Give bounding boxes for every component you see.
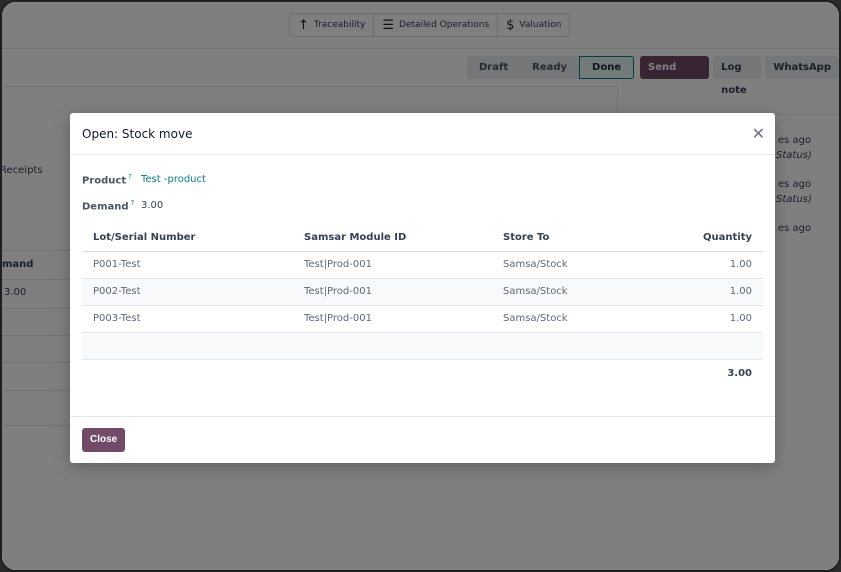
close-icon[interactable]: ✕ — [752, 124, 765, 143]
product-field: Product? Test -product — [82, 173, 206, 186]
lot-serial-cell: P002-Test — [82, 278, 293, 306]
column-store-to[interactable]: Store To — [492, 225, 652, 252]
empty-row — [82, 332, 763, 360]
app-window: ↑ Traceability ☰ Detailed Operations $ V… — [0, 0, 841, 572]
table-row[interactable]: P003-Test Test|Prod-001 Samsa/Stock 1.00 — [82, 305, 763, 333]
store-to-cell: Samsa/Stock — [492, 278, 652, 306]
demand-value: 3.00 — [141, 200, 164, 212]
module-id-cell: Test|Prod-001 — [293, 278, 492, 306]
lot-serial-cell: P003-Test — [82, 305, 293, 333]
dialog-footer: Close — [70, 416, 775, 463]
table-row[interactable]: P002-Test Test|Prod-001 Samsa/Stock 1.00 — [82, 278, 763, 306]
product-link[interactable]: Test -product — [141, 174, 206, 185]
column-module-id[interactable]: Samsar Module ID — [293, 225, 492, 252]
demand-label: Demand? — [82, 199, 135, 213]
column-lot-serial[interactable]: Lot/Serial Number — [82, 225, 293, 252]
quantity-cell: 1.00 — [652, 305, 763, 333]
quantity-cell: 1.00 — [652, 251, 763, 279]
total-quantity: 3.00 — [727, 367, 752, 379]
close-button[interactable]: Close — [82, 428, 126, 452]
move-lines-table: Lot/Serial Number Samsar Module ID Store… — [82, 225, 763, 387]
demand-field: Demand? 3.00 — [82, 199, 163, 212]
store-to-cell: Samsa/Stock — [492, 305, 652, 333]
store-to-cell: Samsa/Stock — [492, 251, 652, 279]
quantity-cell: 1.00 — [652, 278, 763, 306]
table-row[interactable]: P001-Test Test|Prod-001 Samsa/Stock 1.00 — [82, 251, 763, 279]
module-id-cell: Test|Prod-001 — [293, 251, 492, 279]
help-tooltip-icon[interactable]: ? — [128, 173, 132, 181]
dialog-title: Open: Stock move — [82, 126, 193, 141]
stock-move-dialog: Open: Stock move ✕ Product? Test -produc… — [70, 113, 775, 463]
module-id-cell: Test|Prod-001 — [293, 305, 492, 333]
column-quantity[interactable]: Quantity — [652, 225, 763, 252]
table-header-row: Lot/Serial Number Samsar Module ID Store… — [82, 225, 763, 252]
total-row: 3.00 — [82, 359, 763, 387]
lot-serial-cell: P001-Test — [82, 251, 293, 279]
help-tooltip-icon[interactable]: ? — [131, 199, 135, 207]
product-label: Product? — [82, 173, 132, 187]
dialog-header: Open: Stock move ✕ — [70, 113, 775, 155]
